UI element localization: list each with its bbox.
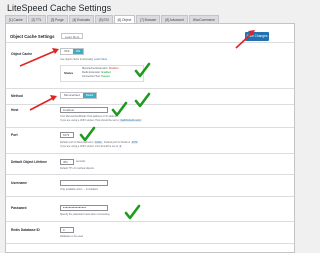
green-check-icon [124, 204, 141, 220]
red-arrow-icon [29, 95, 57, 111]
annotation-overlay [19, 30, 255, 220]
green-check-icon [111, 101, 128, 117]
green-check-icon [134, 92, 151, 108]
red-arrow-icon [19, 48, 59, 67]
green-check-icon [134, 62, 151, 78]
red-arrow-icon [235, 30, 255, 49]
green-check-icon [79, 126, 96, 142]
